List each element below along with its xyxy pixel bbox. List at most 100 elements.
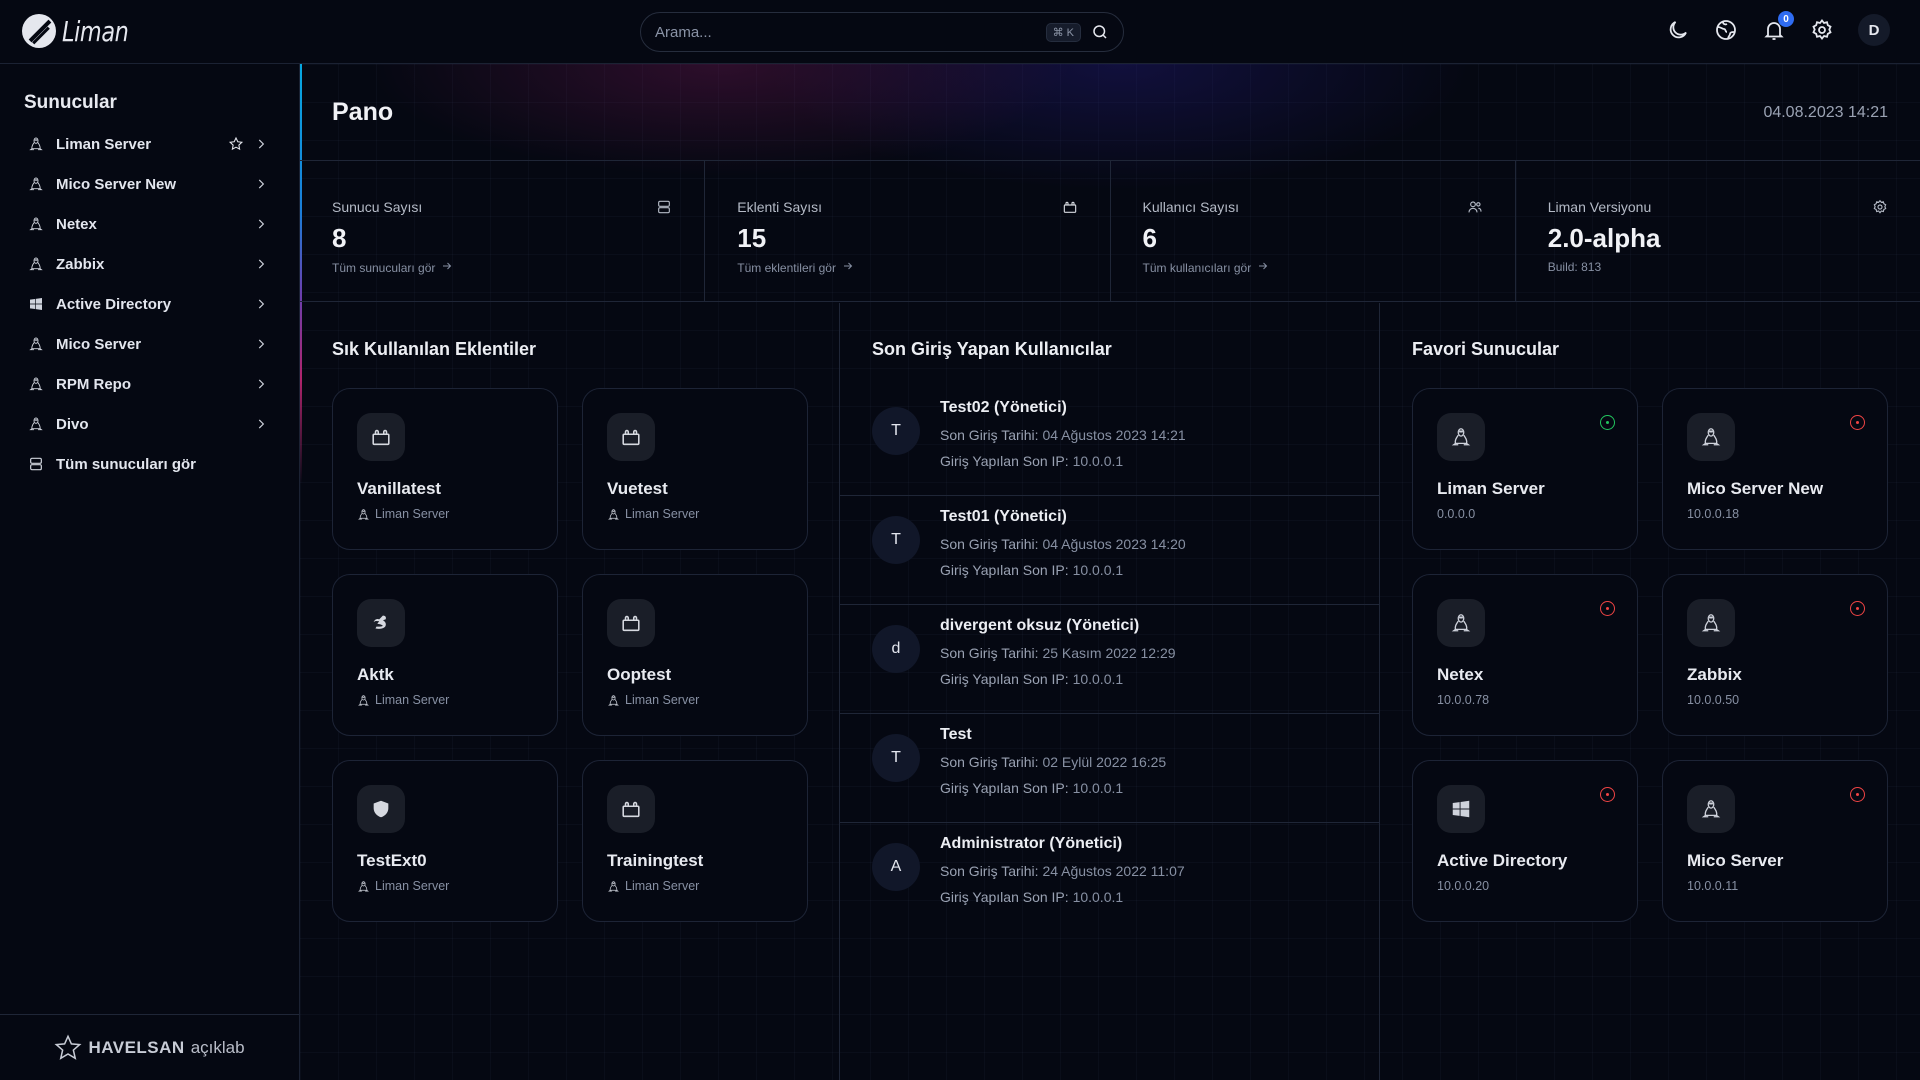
- last-login-ip: 10.0.0.1: [1072, 453, 1124, 469]
- linux-icon: [1437, 413, 1485, 461]
- all-servers-link[interactable]: Tüm sunucuları gör: [20, 444, 272, 484]
- last-login-date: 24 Ağustos 2022 11:07: [1042, 863, 1185, 879]
- server-icon: [656, 199, 672, 215]
- chevron-right-icon[interactable]: [254, 177, 268, 191]
- extension-server: Liman Server: [375, 693, 450, 707]
- theme-toggle-moon-icon[interactable]: [1666, 18, 1690, 42]
- linux-icon: [28, 336, 44, 352]
- stat-link-text: Tüm kullanıcıları gör: [1142, 260, 1252, 275]
- favorite-server-card[interactable]: Zabbix 10.0.0.50: [1662, 574, 1888, 736]
- plugin-icon: [607, 785, 655, 833]
- search-input[interactable]: [655, 23, 1046, 41]
- all-servers-label: Tüm sunucuları gör: [56, 455, 197, 473]
- sidebar-server-label: Mico Server New: [56, 175, 177, 193]
- sidebar-server-label: Active Directory: [56, 295, 172, 313]
- server-list: Liman Server Mico Server New Netex Zabbi…: [20, 124, 272, 484]
- shield-icon: [357, 785, 405, 833]
- sidebar-server-item[interactable]: Active Directory: [20, 284, 272, 324]
- extension-server: Liman Server: [625, 879, 700, 893]
- favorite-server-card[interactable]: Mico Server New 10.0.0.18: [1662, 388, 1888, 550]
- sidebar-server-item[interactable]: Netex: [20, 204, 272, 244]
- stat-card: Kullanıcı Sayısı 6 Tüm kullanıcıları gör: [1111, 161, 1516, 301]
- current-datetime: 04.08.2023 14:21: [1763, 104, 1888, 121]
- chevron-right-icon[interactable]: [254, 137, 268, 151]
- settings-gear-icon[interactable]: [1810, 18, 1834, 42]
- favorite-server-card[interactable]: Netex 10.0.0.78: [1412, 574, 1638, 736]
- extension-card[interactable]: Ooptest Liman Server: [582, 574, 808, 736]
- extension-server: Liman Server: [375, 507, 450, 521]
- stat-label: Sunucu Sayısı: [332, 199, 423, 215]
- chevron-right-icon[interactable]: [254, 257, 268, 271]
- stat-value: 2.0-alpha: [1547, 223, 1661, 253]
- sidebar-server-item[interactable]: Mico Server New: [20, 164, 272, 204]
- sidebar-server-item[interactable]: Liman Server: [20, 124, 272, 164]
- server-name: Zabbix: [1687, 665, 1742, 684]
- stats-row: Sunucu Sayısı 8 Tüm sunucuları gör Eklen…: [300, 160, 1920, 302]
- extension-card[interactable]: Vuetest Liman Server: [582, 388, 808, 550]
- sidebar-server-label: Zabbix: [56, 255, 105, 273]
- favorite-server-card[interactable]: Liman Server 0.0.0.0: [1412, 388, 1638, 550]
- notifications-bell-icon[interactable]: 0: [1762, 11, 1794, 42]
- extension-server: Liman Server: [625, 507, 700, 521]
- server-ip: 0.0.0.0: [1437, 507, 1476, 521]
- chevron-right-icon[interactable]: [254, 297, 268, 311]
- server-name: Netex: [1437, 665, 1484, 684]
- logo[interactable]: Liman: [22, 14, 145, 48]
- user-list-item: d divergent oksuz (Yönetici) Son Giriş T…: [840, 605, 1380, 714]
- stat-link[interactable]: Tüm kullanıcıları gör: [1143, 260, 1270, 275]
- sidebar-server-item[interactable]: RPM Repo: [20, 364, 272, 404]
- havelsan-star-icon: [54, 1033, 82, 1060]
- sidebar-server-item[interactable]: Divo: [20, 404, 272, 444]
- user-avatar: T: [872, 407, 920, 455]
- sidebar-server-label: Netex: [56, 215, 97, 233]
- extensions-title: Sık Kullanılan Eklentiler: [332, 339, 537, 359]
- sidebar-server-item[interactable]: Mico Server: [20, 324, 272, 364]
- chevron-right-icon[interactable]: [254, 377, 268, 391]
- users-icon: [1467, 199, 1483, 215]
- user-list-item: T Test02 (Yönetici) Son Giriş Tarihi: 04…: [840, 387, 1380, 496]
- sidebar-server-item[interactable]: Zabbix: [20, 244, 272, 284]
- linux-icon: [1437, 599, 1485, 647]
- extension-card[interactable]: Aktk Liman Server: [332, 574, 558, 736]
- linux-icon: [28, 416, 44, 432]
- extension-card[interactable]: Trainingtest Liman Server: [582, 760, 808, 922]
- search-icon[interactable]: [1091, 23, 1109, 41]
- sidebar-title: Sunucular: [24, 92, 117, 113]
- extension-name: Aktk: [357, 665, 394, 684]
- linux-icon: [28, 256, 44, 272]
- stat-value: 15: [737, 223, 767, 253]
- last-login-date: 25 Kasım 2022 12:29: [1042, 645, 1176, 661]
- arrow-right-icon: [441, 260, 453, 275]
- favorite-server-card[interactable]: Active Directory 10.0.0.20: [1412, 760, 1638, 922]
- favorite-star-icon[interactable]: [228, 136, 244, 152]
- stat-link[interactable]: Tüm eklentileri gör: [737, 260, 854, 275]
- language-globe-icon[interactable]: [1714, 18, 1738, 42]
- extension-card[interactable]: TestExt0 Liman Server: [332, 760, 558, 922]
- user-avatar[interactable]: D: [1858, 14, 1890, 46]
- chevron-right-icon[interactable]: [254, 417, 268, 431]
- last-ip-label: Giriş Yapılan Son IP:: [940, 671, 1069, 687]
- stat-link-text: Tüm sunucuları gör: [332, 260, 436, 275]
- user-avatar: T: [872, 516, 920, 564]
- favorite-servers-panel: Favori Sunucular Liman Server 0.0.0.0 Mi…: [1380, 303, 1920, 1080]
- last-login-label: Son Giriş Tarihi:: [940, 427, 1039, 443]
- liman-logo-icon: [22, 14, 56, 48]
- search-shortcut: ⌘ K: [1045, 22, 1081, 42]
- extension-name: Vuetest: [607, 479, 668, 498]
- favorite-server-card[interactable]: Mico Server 10.0.0.11: [1662, 760, 1888, 922]
- main-content: Pano 04.08.2023 14:21 Sunucu Sayısı 8 Tü…: [300, 64, 1920, 1080]
- linux-icon: [607, 508, 620, 521]
- server-name: Mico Server: [1687, 851, 1784, 870]
- stat-link[interactable]: Tüm sunucuları gör: [332, 260, 453, 275]
- favorite-servers-title: Favori Sunucular: [1412, 339, 1560, 359]
- stat-card: Liman Versiyonu 2.0-alpha Build: 813: [1516, 161, 1920, 301]
- chevron-right-icon[interactable]: [254, 217, 268, 231]
- search-box[interactable]: ⌘ K: [640, 12, 1124, 52]
- stat-link-text: Tüm eklentileri gör: [737, 260, 836, 275]
- extension-card[interactable]: Vanillatest Liman Server: [332, 388, 558, 550]
- linux-icon: [357, 880, 370, 893]
- last-login-date: 04 Ağustos 2023 14:20: [1042, 536, 1186, 552]
- page-title: Pano: [332, 98, 394, 126]
- user-name: Test: [940, 726, 972, 743]
- chevron-right-icon[interactable]: [254, 337, 268, 351]
